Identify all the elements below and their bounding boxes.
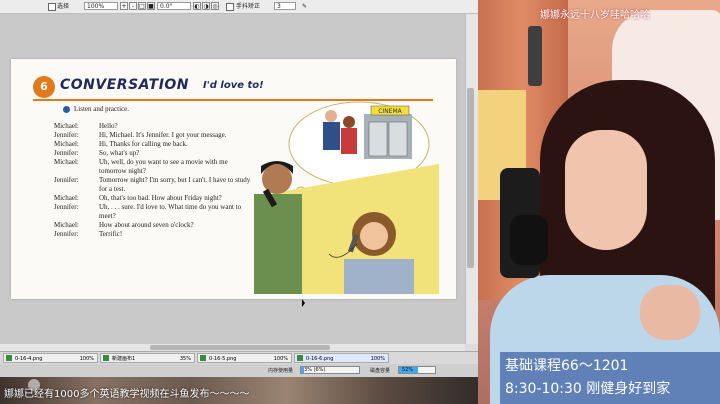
utterance: Uh, . . . sure. I'd love to. What time d… bbox=[99, 203, 242, 220]
dialog-line: Jennifer: So, what's up? bbox=[54, 149, 254, 158]
actual-size-button[interactable]: ■ bbox=[147, 2, 155, 10]
memory-usage-value: 3% (6%) bbox=[304, 367, 326, 373]
file-tab[interactable]: 新建画布1 35% bbox=[100, 353, 195, 363]
file-tab-percent: 100% bbox=[370, 356, 385, 362]
speaker: Michael: bbox=[54, 194, 79, 202]
conversation-title: CONVERSATION bbox=[60, 77, 190, 93]
rotate-right-button[interactable]: ◑ bbox=[202, 2, 210, 10]
disk-usage-value: 52% bbox=[402, 367, 414, 373]
image-file-icon bbox=[103, 355, 109, 361]
image-file-icon bbox=[200, 355, 206, 361]
dialog-line: Jennifer: Uh, . . . sure. I'd love to. Wh… bbox=[54, 203, 254, 221]
dialog-line: Michael: Hello? bbox=[54, 122, 254, 131]
phone-call-illustration: CINEMA bbox=[254, 101, 439, 294]
disk-label: 磁盘容量 bbox=[370, 368, 391, 374]
lesson-number-badge: 6 bbox=[33, 76, 55, 98]
utterance: Hello? bbox=[99, 122, 118, 130]
dialog-line: Michael: Oh, that's too bad. How about Fr… bbox=[54, 194, 254, 203]
disk-usage-bar: 52% bbox=[398, 366, 436, 374]
dialog-line: Michael: Uh, well, do you want to see a m… bbox=[54, 158, 254, 176]
dialog-line: Jennifer: Terrific! bbox=[54, 230, 254, 239]
cinema-sign: CINEMA bbox=[378, 108, 402, 115]
dialog-line: Jennifer: Tomorrow night? I'm sorry, but … bbox=[54, 176, 254, 194]
file-tab-name: 0-16-6.png bbox=[306, 356, 334, 362]
microphone-icon bbox=[510, 215, 548, 265]
utterance: Oh, that's too bad. How about Friday nig… bbox=[99, 194, 222, 202]
audio-icon bbox=[63, 106, 70, 113]
utterance: So, what's up? bbox=[99, 149, 140, 157]
speaker: Michael: bbox=[54, 158, 79, 166]
scrolling-ticker: 娜娜已经有1000多个英语教学视频在斗鱼发布～～～～ bbox=[4, 389, 250, 400]
file-tab-percent: 100% bbox=[273, 356, 288, 362]
file-tab[interactable]: 0-16-4.png 100% bbox=[3, 353, 98, 363]
speaker: Jennifer: bbox=[54, 203, 79, 211]
utterance: Hi, Michael. It's Jennifer. I got your m… bbox=[99, 131, 227, 139]
streamer-face bbox=[565, 130, 647, 250]
file-tab-percent: 35% bbox=[179, 356, 191, 362]
utterance: Uh, well, do you want to see a movie wit… bbox=[99, 158, 228, 175]
speaker: Jennifer: bbox=[54, 230, 79, 238]
pen-icon[interactable]: ✎ bbox=[302, 3, 307, 10]
file-tab-name: 新建画布1 bbox=[112, 356, 136, 362]
course-info-line1: 基础课程66～1201 bbox=[505, 358, 629, 374]
course-info-line2: 8:30-10:30 刚健身好到家 bbox=[505, 381, 671, 397]
select-label: 选择 bbox=[57, 3, 70, 10]
image-file-icon bbox=[6, 355, 12, 361]
utterance: Terrific! bbox=[99, 230, 123, 238]
utterance: Tomorrow night? I'm sorry, but I can't. … bbox=[99, 176, 251, 193]
fit-button[interactable]: □ bbox=[138, 2, 146, 10]
file-tab-percent: 100% bbox=[79, 356, 94, 362]
horizontal-scroll-thumb[interactable] bbox=[150, 345, 330, 350]
rotate-reset-button[interactable]: ◎ bbox=[211, 2, 219, 10]
conversation-subtitle: I'd love to! bbox=[203, 80, 264, 91]
door-handle bbox=[528, 26, 542, 86]
zoom-in-button[interactable]: + bbox=[120, 2, 128, 10]
speaker: Michael: bbox=[54, 221, 79, 229]
file-tab-name: 0-16-5.png bbox=[209, 356, 237, 362]
file-tab-active[interactable]: 0-16-6.png 100% bbox=[294, 353, 389, 363]
rotation-input[interactable]: 0.0° bbox=[157, 2, 191, 10]
speaker: Michael: bbox=[54, 140, 79, 148]
instruction-text: Listen and practice. bbox=[74, 105, 130, 113]
streamer-hand bbox=[640, 285, 700, 340]
speaker: Jennifer: bbox=[54, 131, 79, 139]
mouse-cursor bbox=[302, 299, 305, 307]
dialog-line: Michael: Hi, Thanks for calling me back. bbox=[54, 140, 254, 149]
speaker: Jennifer: bbox=[54, 149, 79, 157]
speaker: Michael: bbox=[54, 122, 79, 130]
viewer-toolbar: 选择 100% + - □ ■ 0.0° ◐ ◑ ◎ 手抖矫正 3 ✎ bbox=[0, 0, 478, 14]
image-file-icon bbox=[297, 355, 303, 361]
dialog-line: Jennifer: Hi, Michael. It's Jennifer. I g… bbox=[54, 131, 254, 140]
utterance: How about around seven o'clock? bbox=[99, 221, 194, 229]
file-tab-name: 0-16-4.png bbox=[15, 356, 43, 362]
zoom-out-button[interactable]: - bbox=[129, 2, 137, 10]
stream-title: 娜娜永远十八岁哇哈哈哈 bbox=[540, 10, 650, 21]
memory-label: 内存使用量 bbox=[268, 368, 294, 374]
utterance: Hi, Thanks for calling me back. bbox=[99, 140, 188, 148]
speaker: Jennifer: bbox=[54, 176, 79, 184]
zoom-input[interactable]: 100% bbox=[84, 2, 118, 10]
memory-usage-bar: 3% (6%) bbox=[300, 366, 360, 374]
dialog-block: Michael: Hello? Jennifer: Hi, Michael. It'… bbox=[54, 122, 254, 239]
skew-checkbox[interactable] bbox=[226, 3, 234, 11]
textbook-page: 6 CONVERSATION I'd love to! Listen and p… bbox=[11, 59, 456, 299]
dialog-line: Michael: How about around seven o'clock? bbox=[54, 221, 254, 230]
skew-input[interactable]: 3 bbox=[274, 2, 296, 10]
file-tab[interactable]: 0-16-5.png 100% bbox=[197, 353, 292, 363]
vertical-scroll-thumb[interactable] bbox=[467, 88, 474, 268]
rotate-left-button[interactable]: ◐ bbox=[193, 2, 201, 10]
skew-label: 手抖矫正 bbox=[236, 3, 261, 10]
select-checkbox[interactable] bbox=[48, 3, 56, 11]
